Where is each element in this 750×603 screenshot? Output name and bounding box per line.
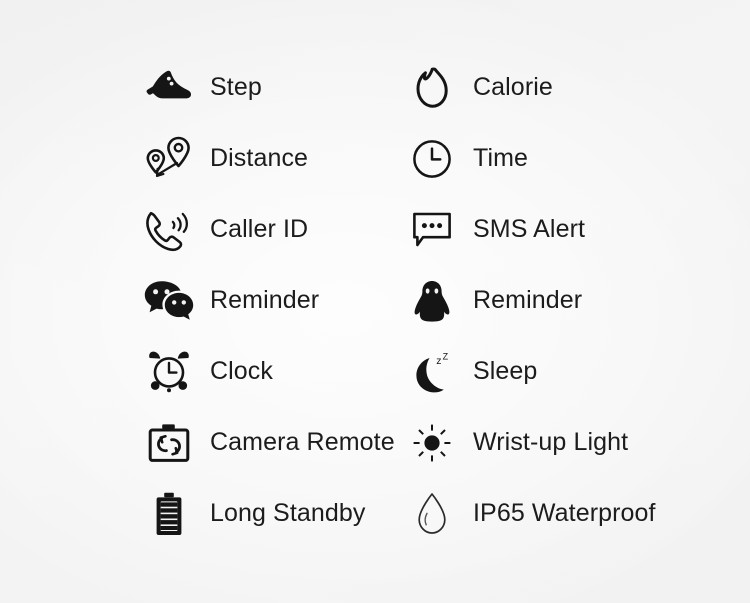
feature-item-step[interactable]: Step: [139, 52, 402, 123]
feature-label: SMS Alert: [473, 215, 586, 243]
feature-item-reminder-wechat[interactable]: Reminder: [139, 265, 402, 336]
flame-icon: [402, 62, 462, 114]
alarm-clock-icon: [139, 346, 199, 398]
feature-label: Wrist-up Light: [473, 428, 629, 456]
feature-label: Calorie: [473, 73, 553, 101]
feature-grid: Step Calorie Distance Time Caller ID SMS…: [0, 52, 750, 549]
feature-label: Camera Remote: [210, 428, 395, 456]
feature-item-camera-remote[interactable]: Camera Remote: [139, 407, 402, 478]
camera-rotate-icon: [139, 417, 199, 469]
svg-text:Z: Z: [443, 351, 449, 361]
feature-label: Time: [473, 144, 529, 172]
feature-item-reminder-qq[interactable]: Reminder: [402, 265, 665, 336]
feature-label: Distance: [210, 144, 309, 172]
feature-item-clock[interactable]: Clock: [139, 336, 402, 407]
feature-label: Reminder: [473, 286, 583, 314]
battery-icon: [139, 488, 199, 540]
feature-label: Sleep: [473, 357, 538, 385]
feature-item-sleep[interactable]: z Z Sleep: [402, 336, 665, 407]
feature-label: Reminder: [210, 286, 320, 314]
water-drop-icon: [402, 488, 462, 540]
sun-icon: [402, 417, 462, 469]
clock-face-icon: [402, 133, 462, 185]
feature-item-distance[interactable]: Distance: [139, 123, 402, 194]
feature-label: Long Standby: [210, 499, 366, 527]
feature-item-wrist-up-light[interactable]: Wrist-up Light: [402, 407, 665, 478]
wechat-icon: [139, 275, 199, 327]
map-pins-icon: [139, 133, 199, 185]
feature-label: Step: [210, 73, 262, 101]
feature-label: IP65 Waterproof: [473, 499, 656, 527]
feature-label: Caller ID: [210, 215, 309, 243]
feature-item-time[interactable]: Time: [402, 123, 665, 194]
moon-zzz-icon: z Z: [402, 346, 462, 398]
feature-label: Clock: [210, 357, 274, 385]
feature-item-caller-id[interactable]: Caller ID: [139, 194, 402, 265]
shoe-icon: [139, 62, 199, 114]
feature-item-long-standby[interactable]: Long Standby: [139, 478, 402, 549]
qq-penguin-icon: [402, 275, 462, 327]
svg-text:z: z: [436, 355, 441, 367]
feature-list-page: Step Calorie Distance Time Caller ID SMS…: [0, 0, 750, 603]
feature-item-sms-alert[interactable]: SMS Alert: [402, 194, 665, 265]
message-bubble-icon: [402, 204, 462, 256]
feature-item-calorie[interactable]: Calorie: [402, 52, 665, 123]
phone-ringing-icon: [139, 204, 199, 256]
feature-item-ip65-waterproof[interactable]: IP65 Waterproof: [402, 478, 665, 549]
